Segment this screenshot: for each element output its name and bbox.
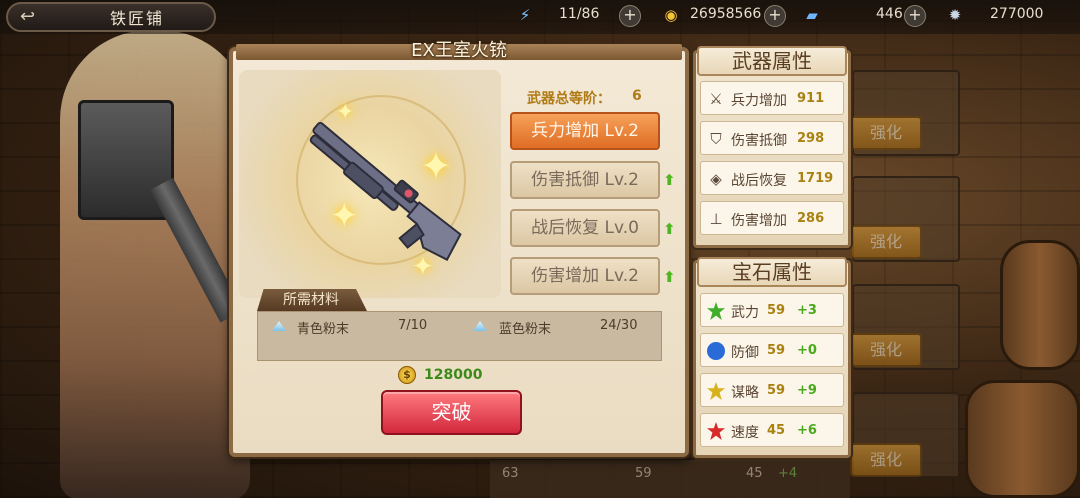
- attribute-value: 298: [797, 131, 825, 146]
- skill-damage-resist-button[interactable]: 伤害抵御 Lv.2: [510, 161, 660, 199]
- attribute-value: 45: [767, 423, 786, 438]
- gem-attribute-row: 速度 45 +6: [700, 413, 844, 447]
- yellow-gem-icon: [707, 382, 725, 400]
- shield-icon: ⛉: [710, 130, 722, 148]
- weapon-attribute-row: ◈ 战后恢复 1719: [700, 161, 844, 195]
- attribute-name: 兵力增加: [731, 93, 787, 109]
- add-gold-button[interactable]: +: [764, 5, 786, 27]
- weapon-attribute-row: ⊥ 伤害增加 286: [700, 201, 844, 235]
- breakthrough-button[interactable]: 突破: [381, 390, 522, 435]
- weapon-tier-label: 武器总等阶：: [527, 91, 611, 107]
- attribute-value: 286: [797, 211, 825, 226]
- weapon-attribute-row: ⚔ 兵力增加 911: [700, 81, 844, 115]
- material-count: 7/10: [398, 318, 428, 333]
- attribute-name: 速度: [731, 425, 759, 441]
- attribute-value: 1719: [797, 171, 834, 186]
- gem-attribute-row: 防御 59 +0: [700, 333, 844, 367]
- weapon-tier-value: 6: [632, 88, 642, 104]
- hero-level: 63: [502, 466, 519, 481]
- blue-gem-icon: [707, 342, 725, 360]
- attribute-name: 防御: [731, 345, 759, 361]
- sword-icon: ⚔: [709, 90, 723, 108]
- material-name: 蓝色粉末: [499, 322, 552, 337]
- attribute-value: 59: [767, 383, 786, 398]
- green-gem-icon: [707, 302, 725, 320]
- gold-coin-icon: ◉: [664, 6, 678, 24]
- gold-value: 26958566: [690, 6, 762, 22]
- gem-attributes-title: 宝石属性: [697, 257, 847, 287]
- enhance-button[interactable]: 强化: [850, 333, 922, 367]
- upgrade-arrow-icon: ⬆: [663, 171, 676, 189]
- red-gem-icon: [707, 422, 725, 440]
- sparkle-icon: ✦: [420, 144, 452, 188]
- back-arrow-icon: ↩: [20, 6, 36, 27]
- material-count: 24/30: [600, 318, 638, 333]
- gem-attribute-row: 武力 59 +3: [700, 293, 844, 327]
- attribute-value: 911: [797, 91, 825, 106]
- attribute-name: 伤害增加: [731, 213, 787, 229]
- attack-up-icon: ⊥: [709, 210, 723, 228]
- heal-icon: ◈: [710, 170, 722, 188]
- weapon-attribute-row: ⛉ 伤害抵御 298: [700, 121, 844, 155]
- attribute-name: 谋略: [731, 385, 759, 401]
- hero-stat: 59: [635, 466, 652, 481]
- attribute-name: 武力: [731, 305, 759, 321]
- attribute-value: 59: [767, 303, 786, 318]
- skill-damage-increase-button[interactable]: 伤害增加 Lv.2: [510, 257, 660, 295]
- skill-post-battle-recovery-button[interactable]: 战后恢复 Lv.0: [510, 209, 660, 247]
- attribute-bonus: +0: [797, 343, 817, 358]
- attribute-bonus: +3: [797, 303, 817, 318]
- attribute-name: 伤害抵御: [731, 133, 787, 149]
- add-gem-button[interactable]: +: [904, 5, 926, 27]
- hero-stat: 45: [746, 466, 763, 481]
- enhance-button[interactable]: 强化: [850, 116, 922, 150]
- enhance-button[interactable]: 强化: [850, 443, 922, 477]
- top-bar: ↩ 铁匠铺 ⚡ 11/86 + ◉ 26958566 + ▰ 446 + ✹ 2…: [0, 0, 1080, 34]
- star-badge-icon: ✹: [948, 6, 962, 24]
- material-name: 青色粉末: [297, 322, 350, 337]
- sparkle-icon: ✦: [330, 196, 359, 236]
- attribute-value: 59: [767, 343, 786, 358]
- skill-troops-increase-button[interactable]: 兵力增加 Lv.2: [510, 112, 660, 150]
- breakthrough-cost: 128000: [424, 367, 483, 383]
- upgrade-arrow-icon: ⬆: [663, 268, 676, 286]
- honor-value: 277000: [990, 6, 1044, 22]
- weapon-name: EX王室火铳: [411, 40, 507, 61]
- attribute-name: 战后恢复: [731, 173, 787, 189]
- materials-title: 所需材料: [257, 289, 367, 311]
- lightning-icon: ⚡: [519, 6, 531, 24]
- sparkle-icon: ✦: [336, 100, 355, 125]
- attribute-bonus: +9: [797, 383, 817, 398]
- barrel: [1000, 240, 1080, 370]
- attribute-bonus: +6: [797, 423, 817, 438]
- add-stamina-button[interactable]: +: [619, 5, 641, 27]
- page-title: 铁匠铺: [110, 9, 165, 28]
- shotgun-icon: [309, 121, 462, 262]
- barrel: [965, 380, 1080, 498]
- weapon-attributes-title: 武器属性: [697, 46, 847, 76]
- enhance-button[interactable]: 强化: [850, 225, 922, 259]
- upgrade-arrow-icon: ⬆: [663, 220, 676, 238]
- sparkle-icon: ✦: [412, 252, 434, 282]
- stamina-value: 11/86: [559, 6, 600, 22]
- gem-attribute-row: 谋略 59 +9: [700, 373, 844, 407]
- gem-card-icon: ▰: [806, 6, 818, 24]
- gem-value: 446: [876, 6, 903, 22]
- hero-stat-bonus: +4: [778, 466, 798, 481]
- gold-coin-icon: $: [398, 366, 416, 384]
